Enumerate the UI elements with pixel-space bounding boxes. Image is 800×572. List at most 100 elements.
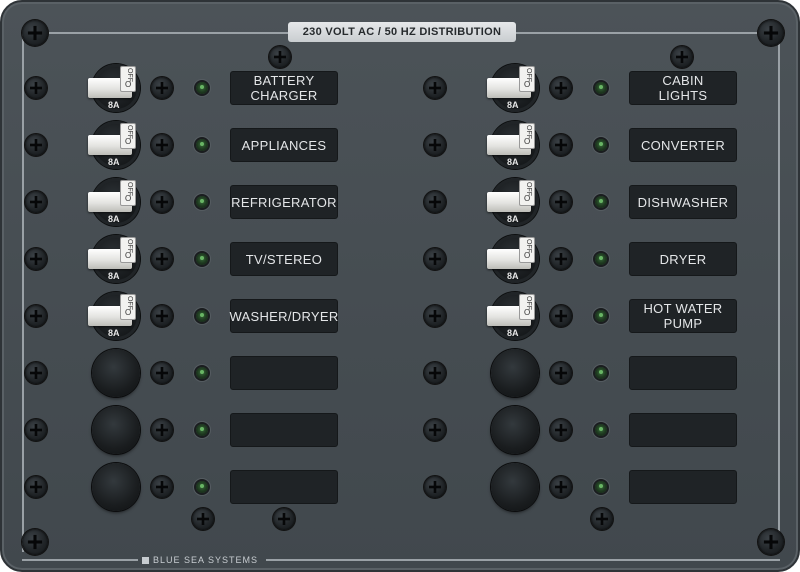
circuit-breaker-switch[interactable]: OFF O 8A (88, 178, 140, 226)
corner-screw-icon (22, 20, 48, 46)
screw-icon (151, 362, 173, 384)
circuit-label: BATTERY CHARGER (230, 71, 338, 105)
brand-text: BLUE SEA SYSTEMS (153, 555, 259, 565)
circuit-label: CONVERTER (629, 128, 737, 162)
screw-icon (550, 362, 572, 384)
circuit-label: REFRIGERATOR (230, 185, 338, 219)
screw-icon (424, 134, 446, 156)
indicator-led (196, 481, 208, 493)
circuit-label (230, 356, 338, 390)
o-text: O (125, 194, 132, 203)
frame-line-right (778, 32, 780, 552)
indicator-led (196, 424, 208, 436)
circuit-label: HOT WATER PUMP (629, 299, 737, 333)
circuit-breaker-switch[interactable]: OFF O 8A (487, 235, 539, 283)
brand-logo: BLUE SEA SYSTEMS (142, 555, 258, 565)
indicator-led (595, 481, 607, 493)
circuit-label: CABIN LIGHTS (629, 71, 737, 105)
amp-rating: 8A (108, 271, 120, 281)
o-text: O (524, 137, 531, 146)
screw-icon (151, 134, 173, 156)
screw-icon (25, 362, 47, 384)
screw-icon (151, 476, 173, 498)
circuit-label (629, 413, 737, 447)
circuit-label: APPLIANCES (230, 128, 338, 162)
screw-icon (25, 77, 47, 99)
screw-icon (25, 134, 47, 156)
indicator-led (595, 253, 607, 265)
screw-icon (424, 362, 446, 384)
screw-icon (151, 191, 173, 213)
screw-icon (25, 248, 47, 270)
circuit-breaker-switch[interactable]: OFF O 8A (88, 121, 140, 169)
indicator-led (595, 139, 607, 151)
indicator-led (595, 196, 607, 208)
o-text: O (125, 80, 132, 89)
screw-icon (424, 248, 446, 270)
circuit-label (629, 470, 737, 504)
circuit-breaker-switch[interactable]: OFF O 8A (487, 292, 539, 340)
screw-icon (192, 508, 214, 530)
o-text: O (524, 308, 531, 317)
amp-rating: 8A (507, 271, 519, 281)
blank-breaker-plug (92, 406, 140, 454)
circuit-label (629, 356, 737, 390)
screw-icon (550, 248, 572, 270)
frame-line-top-right (516, 32, 780, 34)
o-text: O (125, 251, 132, 260)
blank-breaker-plug (92, 463, 140, 511)
indicator-led (196, 82, 208, 94)
blank-breaker-plug (92, 349, 140, 397)
o-text: O (524, 251, 531, 260)
screw-icon (151, 77, 173, 99)
amp-rating: 8A (507, 214, 519, 224)
o-text: O (524, 194, 531, 203)
amp-rating: 8A (507, 157, 519, 167)
screw-icon (550, 77, 572, 99)
screw-icon (424, 77, 446, 99)
screw-icon (269, 46, 291, 68)
screw-icon (424, 191, 446, 213)
corner-screw-icon (758, 20, 784, 46)
amp-rating: 8A (108, 157, 120, 167)
screw-icon (550, 476, 572, 498)
circuit-breaker-switch[interactable]: OFF O 8A (88, 64, 140, 112)
screw-icon (25, 305, 47, 327)
circuit-breaker-switch[interactable]: OFF O 8A (487, 121, 539, 169)
indicator-led (595, 367, 607, 379)
panel-title: 230 VOLT AC / 50 HZ DISTRIBUTION (288, 22, 516, 42)
blank-breaker-plug (491, 463, 539, 511)
o-text: O (125, 137, 132, 146)
blank-breaker-plug (491, 349, 539, 397)
screw-icon (550, 305, 572, 327)
screw-icon (550, 419, 572, 441)
frame-line-left (22, 32, 24, 552)
corner-screw-icon (758, 529, 784, 555)
screw-icon (25, 191, 47, 213)
o-text: O (524, 80, 531, 89)
corner-screw-icon (22, 529, 48, 555)
screw-icon (424, 419, 446, 441)
amp-rating: 8A (108, 100, 120, 110)
amp-rating: 8A (507, 328, 519, 338)
o-text: O (125, 308, 132, 317)
circuit-breaker-switch[interactable]: OFF O 8A (487, 178, 539, 226)
indicator-led (196, 196, 208, 208)
screw-icon (25, 419, 47, 441)
indicator-led (196, 139, 208, 151)
circuit-breaker-switch[interactable]: OFF O 8A (487, 64, 539, 112)
screw-icon (671, 46, 693, 68)
frame-line-bottom-left (22, 559, 138, 561)
indicator-led (595, 310, 607, 322)
screw-icon (151, 248, 173, 270)
amp-rating: 8A (507, 100, 519, 110)
circuit-breaker-switch[interactable]: OFF O 8A (88, 292, 140, 340)
circuit-label (230, 413, 338, 447)
circuit-breaker-switch[interactable]: OFF O 8A (88, 235, 140, 283)
distribution-panel: 230 VOLT AC / 50 HZ DISTRIBUTION BLUE SE… (0, 0, 800, 572)
circuit-label: DRYER (629, 242, 737, 276)
circuit-label (230, 470, 338, 504)
screw-icon (25, 476, 47, 498)
screw-icon (151, 419, 173, 441)
screw-icon (273, 508, 295, 530)
